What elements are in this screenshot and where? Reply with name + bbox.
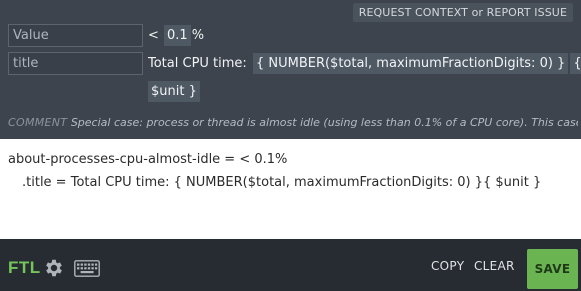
value-placeholder: 0.1	[164, 25, 191, 46]
gear-icon[interactable]	[43, 257, 65, 279]
source-line-1: about-processes-cpu-almost-idle = < 0.1%	[8, 152, 288, 167]
copy-button[interactable]: COPY	[431, 259, 464, 273]
clear-button[interactable]: CLEAR	[474, 259, 515, 273]
ftl-toggle[interactable]: FTL	[8, 258, 41, 278]
request-context-button[interactable]: REQUEST CONTEXT or REPORT ISSUE	[352, 3, 573, 22]
unit-placeable-end: $unit }	[148, 81, 200, 102]
editor-footer: FTL COPY CLEAR SAVE	[0, 239, 581, 291]
comment-body: Special case: process or thread is almos…	[70, 116, 578, 129]
value-suffix-text: %	[191, 28, 205, 43]
ftl-source-textarea[interactable]: about-processes-cpu-almost-idle = < 0.1%…	[0, 139, 581, 239]
number-placeable: { NUMBER($total, maximumFractionDigits: …	[252, 53, 569, 74]
title-translation-input[interactable]: Total CPU time: { NUMBER($total, maximum…	[148, 52, 581, 75]
unit-placeable-start: {	[570, 53, 581, 74]
value-attribute-label: Value	[8, 24, 143, 47]
value-prefix-text: <	[148, 28, 164, 43]
title-text: Total CPU time:	[148, 56, 251, 71]
save-button[interactable]: SAVE	[527, 249, 578, 289]
translation-editor: REQUEST CONTEXT or REPORT ISSUE Value ti…	[0, 0, 581, 139]
comment-text: COMMENT Special case: process or thread …	[8, 116, 578, 129]
source-line-2: .title = Total CPU time: { NUMBER($total…	[22, 175, 542, 190]
value-translation-input[interactable]: < 0.1%	[148, 24, 204, 47]
comment-tag: COMMENT	[8, 116, 68, 129]
title-attribute-label: title	[8, 52, 143, 75]
keyboard-icon[interactable]	[74, 260, 100, 277]
title-translation-continuation[interactable]: $unit }	[146, 80, 200, 103]
